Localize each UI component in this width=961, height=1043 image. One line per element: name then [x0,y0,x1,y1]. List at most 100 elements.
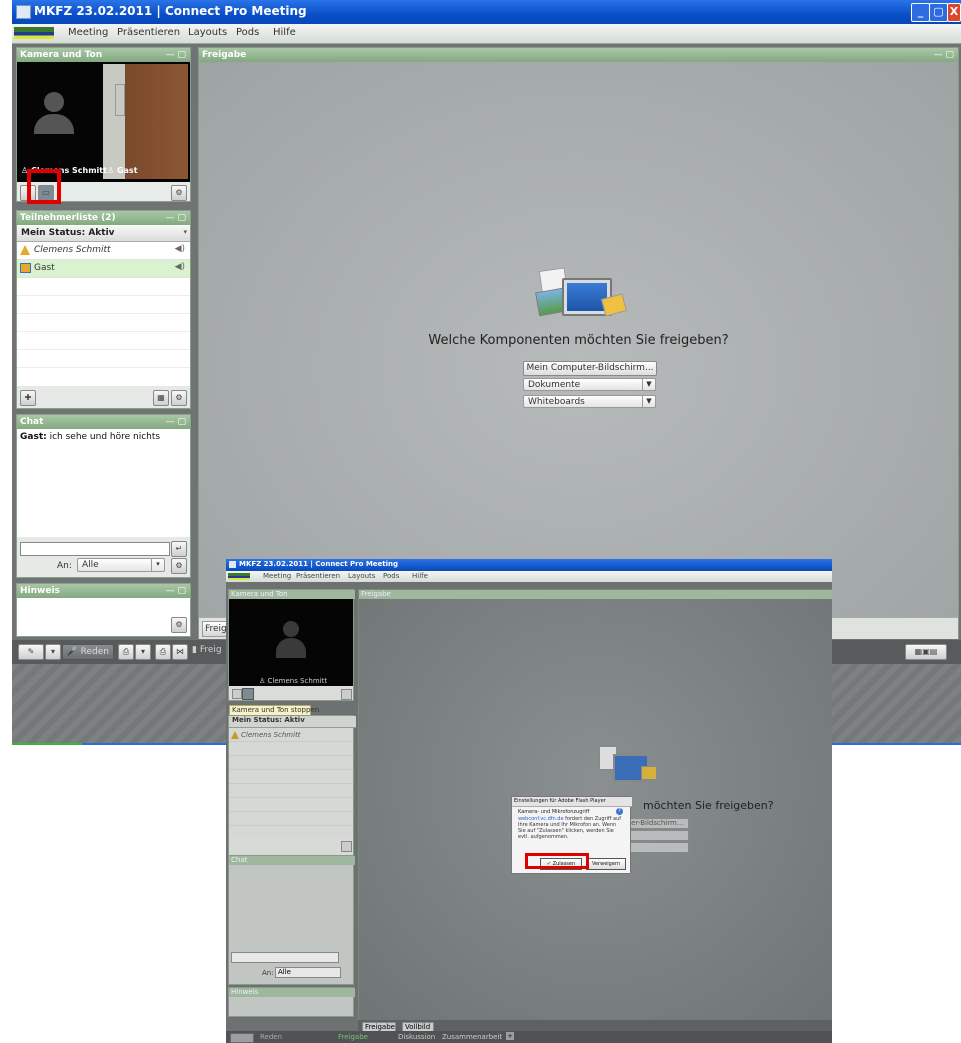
pod-controls-icon[interactable]: — ▢ [166,415,186,429]
connect-logo [14,27,54,39]
menu-bar: Meeting Präsentieren Layouts Pods Hilfe [12,24,961,44]
connect-logo [228,573,250,580]
add-tab-icon[interactable]: + [506,1032,514,1040]
view-grid-icon[interactable]: ▦ [153,390,169,406]
menu-present[interactable]: Präsentieren [296,572,340,580]
bottom-tab-zusammenarbeit[interactable]: Zusammenarbeit [442,1033,502,1041]
chat-pod-header: Chat [229,856,355,865]
second-attendee-pod: Mein Status: Aktiv Clemens Schmitt [228,715,356,857]
layout-icons[interactable]: ▦▣▤ [905,644,947,660]
annotation-red-box [525,853,589,869]
video-area: ♙ Clemens Schmitt ♙ Gast [17,62,190,182]
chevron-down-icon[interactable]: ▾ [135,644,151,660]
share-screen-button[interactable]: Mein Computer-Bildschirm... [523,361,657,376]
attendee-name[interactable]: Clemens Schmitt [241,731,301,739]
pod-options-icon[interactable]: ⚙ [171,185,187,201]
pod-options-icon[interactable] [341,841,352,852]
dialog-body: webconf.vc.dfn.de fordert den Zugriff au… [518,816,622,840]
second-window-title: MKFZ 23.02.2011 | Connect Pro Meeting [239,560,399,568]
attendee-name: Gast [34,263,55,273]
whiteboards-dropdown[interactable] [621,842,689,853]
chat-to-label: An: [57,561,72,571]
restore-button[interactable]: ▢ [929,3,948,22]
deny-button[interactable]: Verweigern [586,858,626,870]
close-button[interactable]: X [947,3,961,22]
menu-meeting[interactable]: Meeting [263,572,291,580]
pod-controls-icon[interactable]: — ▢ [166,584,186,598]
person-silhouette-icon [34,92,74,134]
notes-pod: Hinweis — ▢ ⚙ [16,583,191,637]
menu-help[interactable]: Hilfe [412,572,428,580]
camera-icon[interactable]: ⎙ [118,644,134,660]
send-icon[interactable]: ↵ [171,541,187,557]
menu-layouts[interactable]: Layouts [348,572,375,580]
second-window: MKFZ 23.02.2011 | Connect Pro Meeting Me… [226,559,832,1043]
menu-meeting[interactable]: Meeting [68,27,108,38]
chevron-down-icon: ▾ [183,228,187,236]
menu-present[interactable]: Präsentieren [117,27,180,38]
second-title-bar: MKFZ 23.02.2011 | Connect Pro Meeting [226,559,832,571]
annotation-red-box [27,169,61,204]
participant-name: ♙ Clemens Schmitt [259,677,328,685]
menu-pods[interactable]: Pods [236,27,259,38]
status-label[interactable]: Mein Status: Aktiv [229,716,356,728]
attendee-pod-header: Teilnehmerliste (2) [17,211,190,225]
add-attendee-icon[interactable]: ✚ [20,390,36,406]
speak-button[interactable]: Reden [260,1033,282,1041]
chevron-down-icon[interactable]: ▾ [45,644,61,660]
chat-recipient-select[interactable]: Alle ▾ [77,558,165,572]
attendee-name: Clemens Schmitt [34,245,111,255]
status-label: Mein Status: Aktiv [21,228,115,238]
guest-video [103,64,188,179]
status-icon[interactable] [230,1033,254,1043]
list-item[interactable]: Clemens Schmitt ◀) [17,242,190,260]
pod-controls-icon[interactable]: — ▢ [166,48,186,62]
menu-pods[interactable]: Pods [383,572,399,580]
share-screen-button[interactable]: uter-Bildschirm... [621,818,689,829]
share-pod-header: Freigabe [199,48,958,62]
share-tab[interactable]: ▮ Freig [192,645,222,655]
chat-pod-header: Chat [17,415,190,429]
pod-options-icon[interactable]: ⚙ [171,390,187,406]
pod-controls-icon[interactable]: — ▢ [934,48,954,62]
second-menu-bar: Meeting Präsentieren Layouts Pods Hilfe [226,571,832,582]
whiteboards-dropdown[interactable]: Whiteboards ▼ [523,395,656,408]
chat-pod: Chat — ▢ Gast: ich sehe und höre nichts … [16,414,191,578]
minimize-button[interactable]: _ [911,3,930,22]
share-illustration-icon [595,746,665,786]
bottom-tab-diskussion[interactable]: Diskussion [398,1033,435,1041]
pod-options-icon[interactable]: ⚙ [171,558,187,574]
camera-pod-header: Kamera und Ton [17,48,190,62]
pod-options-icon[interactable]: ⚙ [171,617,187,633]
camera-toggle-icon[interactable] [242,688,254,700]
speak-button[interactable]: 🎤 Reden [62,644,114,660]
attendee-footer: ✚ ▦ ⚙ [17,386,190,408]
chat-message: Gast: ich sehe und höre nichts [20,432,161,442]
chat-input[interactable] [231,952,339,963]
menu-help[interactable]: Hilfe [273,27,296,38]
documents-dropdown[interactable]: Dokumente ▼ [523,378,656,391]
share-question: möchten Sie freigeben? [643,799,774,812]
menu-layouts[interactable]: Layouts [188,27,227,38]
second-share-pod: Freigabe möchten Sie freigeben? uter-Bil… [358,589,832,1021]
list-item[interactable]: Gast ◀) [17,260,190,278]
second-bottom-toolbar: Reden Freigabe Diskussion Zusammenarbeit… [226,1031,832,1043]
attendee-pod: Teilnehmerliste (2) — ▢ Mein Status: Akt… [16,210,191,409]
guest-icon [20,263,31,273]
settings-small-button[interactable] [232,689,242,699]
chat-recipient-select[interactable]: Alle [275,967,341,978]
chat-input[interactable] [20,542,170,556]
print-icon[interactable]: ⎙ [155,644,171,660]
status-icon[interactable]: ✎ [18,644,44,660]
info-icon: ? [616,808,623,815]
status-selector[interactable]: Mein Status: Aktiv ▾ [17,226,190,242]
app-icon [16,5,31,19]
documents-dropdown[interactable] [621,830,689,841]
connection-icon[interactable]: ⋈ [172,644,188,660]
bottom-tab-freigabe[interactable]: Freigabe [338,1033,368,1041]
share-illustration-icon [535,266,631,326]
pod-controls-icon[interactable]: — ▢ [166,211,186,225]
notes-pod-header: Hinweis [229,988,355,997]
pod-options-icon[interactable] [341,689,352,700]
video-area: ♙ Clemens Schmitt [229,599,353,686]
